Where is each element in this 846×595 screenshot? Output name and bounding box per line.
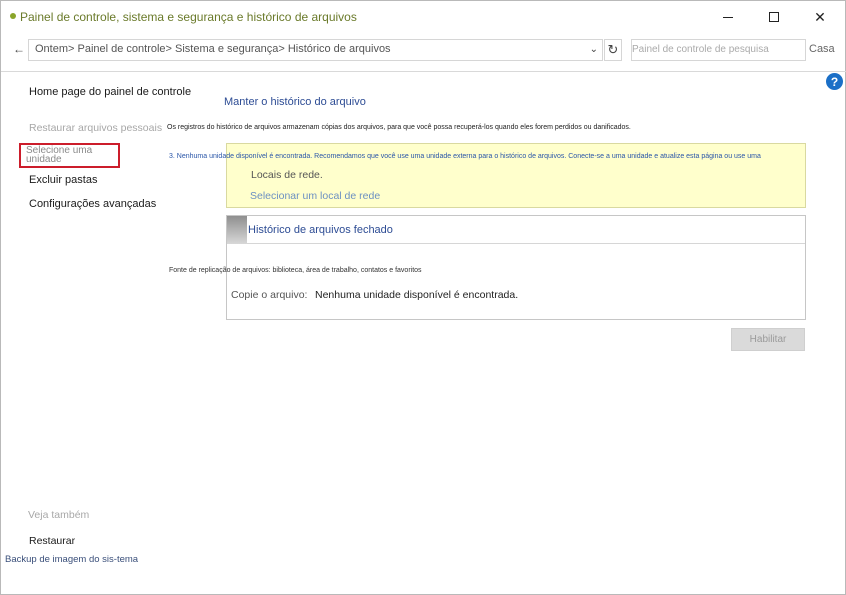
search-input[interactable]: Painel de controle de pesquisa [631, 39, 806, 61]
control-panel-icon [10, 13, 16, 19]
status-indicator-icon [227, 216, 247, 244]
network-locations-label: Locais de rede. [251, 169, 323, 181]
warning-message: 3. Nenhuma unidade disponível é encontra… [169, 153, 761, 160]
window-title: Painel de controle, sistema e segurança … [20, 10, 357, 24]
sidebar-item-advanced-settings[interactable]: Configurações avançadas [29, 198, 156, 210]
close-icon: ✕ [814, 8, 826, 25]
address-bar[interactable]: Ontem> Painel de controle> Sistema e seg… [28, 39, 603, 61]
copy-files-label: Copie o arquivo: [231, 289, 308, 301]
status-header: Histórico de arquivos fechado [227, 216, 805, 244]
page-title: Manter o histórico do arquivo [224, 96, 366, 108]
search-extra-label: Casa [809, 43, 835, 55]
status-title: Histórico de arquivos fechado [248, 224, 393, 236]
see-also-heading: Veja também [28, 509, 90, 521]
page-description: Os registros do histórico de arquivos ar… [167, 124, 631, 131]
maximize-icon [769, 12, 779, 22]
title-bar: Painel de controle, sistema e segurança … [1, 1, 845, 35]
chevron-down-icon[interactable]: ⌄ [590, 44, 598, 55]
sidebar-item-home[interactable]: Home page do painel de controle [29, 86, 191, 98]
select-network-location-link[interactable]: Selecionar um local de rede [250, 190, 380, 202]
enable-button[interactable]: Habilitar [731, 328, 805, 351]
back-arrow-icon[interactable]: ← [13, 42, 25, 56]
search-placeholder: Painel de controle de pesquisa [632, 44, 769, 55]
file-history-window: Painel de controle, sistema e segurança … [0, 0, 846, 595]
sidebar-item-select-drive[interactable]: Selecione uma unidade [19, 143, 120, 168]
replication-source-text: Fonte de replicação de arquivos: bibliot… [169, 267, 422, 274]
refresh-icon: ↻ [607, 42, 619, 57]
minimize-icon [723, 16, 733, 18]
header-divider [1, 71, 846, 72]
help-icon[interactable]: ? [826, 73, 843, 90]
sidebar-item-exclude-folders[interactable]: Excluir pastas [29, 174, 97, 186]
breadcrumb[interactable]: Ontem> Painel de controle> Sistema e seg… [35, 43, 391, 55]
sidebar-item-select-drive-label: Selecione uma unidade [26, 145, 93, 165]
sidebar-item-system-image-backup[interactable]: Backup de imagem do sis-tema [5, 555, 145, 565]
maximize-button[interactable] [751, 1, 797, 33]
sidebar-item-restore-personal-files[interactable]: Restaurar arquivos pessoais [29, 122, 162, 134]
minimize-button[interactable] [705, 1, 751, 33]
copy-files-value: Nenhuma unidade disponível é encontrada. [315, 289, 519, 301]
address-row: ← Ontem> Painel de controle> Sistema e s… [1, 37, 845, 63]
close-button[interactable]: ✕ [797, 1, 843, 33]
sidebar-item-restore[interactable]: Restaurar [29, 535, 75, 547]
refresh-button[interactable]: ↻ [604, 39, 622, 61]
